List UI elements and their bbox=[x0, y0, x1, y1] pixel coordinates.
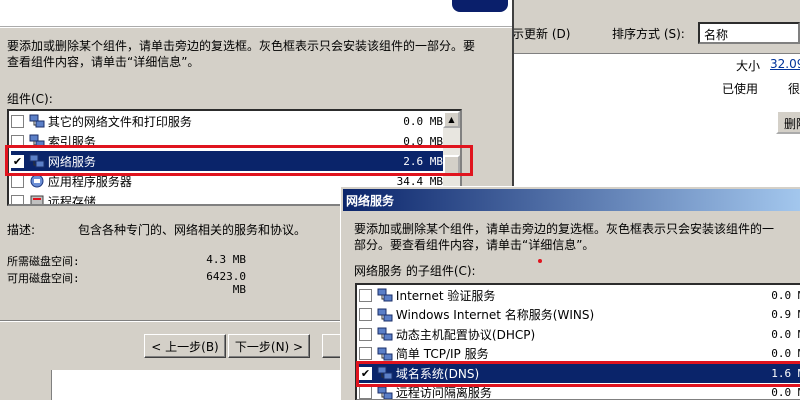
subcomponent-row[interactable]: Windows Internet 名称服务(WINS) 0.9 MB bbox=[359, 305, 800, 325]
subcomponent-size: 0.0 MB bbox=[771, 347, 800, 360]
network-computer-icon bbox=[377, 308, 393, 321]
subcomponent-checkbox[interactable] bbox=[359, 347, 372, 360]
component-name: 其它的网络文件和打印服务 bbox=[47, 114, 192, 129]
wizard-logo-icon bbox=[452, 0, 508, 12]
used-value: 很 bbox=[788, 82, 800, 96]
wizard-description: 要添加或删除某个组件，请单击旁边的复选框。灰色框表示只会安装该组件的一部分。要查… bbox=[7, 39, 476, 69]
annotation-dot bbox=[538, 259, 542, 263]
back-button[interactable]: < 上一步(B) bbox=[144, 334, 226, 358]
required-space-label: 所需磁盘空间: bbox=[7, 255, 80, 268]
components-label: 组件(C): bbox=[7, 92, 53, 106]
remove-button[interactable]: 删除 bbox=[776, 110, 800, 134]
component-name: 远程存储 bbox=[47, 194, 96, 206]
component-checkbox[interactable] bbox=[11, 114, 24, 128]
subcomponent-checkbox[interactable] bbox=[359, 327, 372, 341]
subcomponent-size: 0.0 MB bbox=[771, 327, 800, 341]
subcomponent-checkbox[interactable] bbox=[359, 288, 372, 302]
dialog-description-line-2: 部分。要查看组件内容，请单击“详细信息”。 bbox=[354, 238, 595, 252]
dialog-title-bar[interactable]: 网络服务 bbox=[343, 189, 800, 211]
network-computer-icon bbox=[377, 288, 393, 302]
component-checkbox[interactable] bbox=[11, 174, 24, 188]
scroll-up-icon[interactable]: ▲ bbox=[443, 111, 460, 128]
network-computer-icon bbox=[377, 347, 393, 360]
component-row[interactable]: 其它的网络文件和打印服务 0.0 MB bbox=[11, 111, 443, 131]
show-updates-checkbox-label[interactable]: 示更新 (D) bbox=[512, 25, 570, 42]
highlight-annotation-network-services bbox=[5, 145, 473, 176]
dialog-description-line-1: 要添加或删除某个组件，请单击旁边的复选框。灰色框表示只会安装该组件的一 bbox=[354, 222, 775, 236]
subcomponent-size: 0.0 MB bbox=[771, 288, 800, 302]
dialog-description: 要添加或删除某个组件，请单击旁边的复选框。灰色框表示只会安装该组件的一 部分。要… bbox=[354, 221, 800, 253]
component-size: 0.0 MB bbox=[403, 114, 443, 128]
subcomponent-size: 0.9 MB bbox=[771, 308, 800, 321]
required-space-value: 4.3 MB bbox=[206, 253, 246, 266]
component-checkbox[interactable] bbox=[11, 194, 24, 204]
size-value-link[interactable]: 32.09 bbox=[770, 57, 800, 71]
subcomponent-name: Windows Internet 名称服务(WINS) bbox=[395, 308, 595, 322]
network-printer-icon bbox=[29, 114, 45, 128]
used-label: 已使用 bbox=[722, 82, 759, 96]
subcomponent-checkbox[interactable] bbox=[359, 308, 372, 321]
subcomponent-name: 动态主机配置协议(DHCP) bbox=[395, 327, 536, 342]
remote-storage-icon bbox=[30, 195, 44, 204]
available-space-label: 可用磁盘空间: bbox=[7, 272, 80, 285]
subcomponents-label: 网络服务 的子组件(C): bbox=[354, 264, 476, 278]
desktop-strip bbox=[0, 370, 52, 400]
network-computer-icon bbox=[377, 327, 393, 341]
next-button[interactable]: 下一步(N) > bbox=[228, 334, 310, 358]
wizard-header bbox=[0, 0, 512, 28]
subcomponent-row[interactable]: 动态主机配置协议(DHCP) 0.0 MB bbox=[359, 324, 800, 344]
subcomponent-checkbox[interactable] bbox=[359, 386, 372, 399]
network-services-dialog: 网络服务 要添加或删除某个组件，请单击旁边的复选框。灰色框表示只会安装该组件的一… bbox=[340, 186, 800, 400]
subcomponent-row[interactable]: Internet 验证服务 0.0 MB bbox=[359, 285, 800, 305]
sort-by-select[interactable]: 名称 bbox=[698, 22, 800, 44]
subcomponent-name: Internet 验证服务 bbox=[395, 288, 496, 303]
description-label: 描述: bbox=[7, 223, 36, 237]
subcomponent-name: 简单 TCP/IP 服务 bbox=[395, 347, 489, 361]
size-label: 大小 bbox=[736, 59, 761, 73]
highlight-annotation-dns bbox=[356, 361, 800, 387]
subcomponent-size: 0.0 MB bbox=[771, 386, 800, 399]
sort-by-label: 排序方式 (S): bbox=[612, 27, 685, 41]
component-description: 包含各种专门的、网络相关的服务和协议。 bbox=[78, 223, 307, 237]
add-remove-toolbar: 示更新 (D) 排序方式 (S): 名称 bbox=[512, 0, 800, 54]
available-space-value: 6423.0 MB bbox=[206, 270, 246, 296]
